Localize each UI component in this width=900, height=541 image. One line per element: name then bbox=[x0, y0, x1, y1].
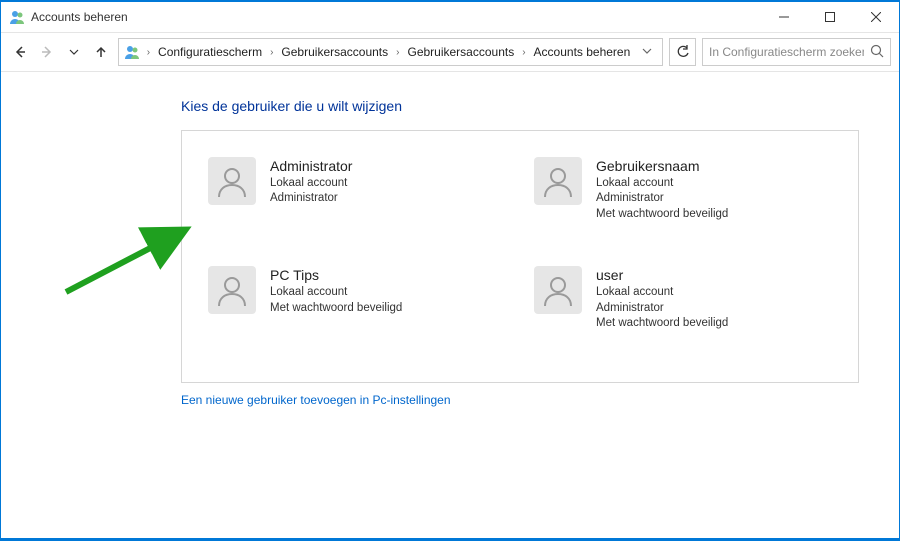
user-accounts-icon bbox=[9, 9, 25, 25]
account-meta: Lokaal account bbox=[270, 285, 402, 301]
breadcrumb-item[interactable]: Gebruikersaccounts bbox=[277, 43, 392, 61]
maximize-button[interactable] bbox=[807, 2, 853, 32]
account-meta: Administrator bbox=[596, 301, 728, 317]
account-name: Gebruikersnaam bbox=[596, 157, 728, 176]
account-meta: Administrator bbox=[270, 191, 352, 207]
up-button[interactable] bbox=[91, 40, 112, 64]
refresh-button[interactable] bbox=[669, 38, 696, 66]
avatar-icon bbox=[534, 266, 582, 314]
account-name: PC Tips bbox=[270, 266, 402, 285]
account-tile[interactable]: PC Tips Lokaal account Met wachtwoord be… bbox=[206, 264, 508, 333]
account-meta: Met wachtwoord beveiligd bbox=[596, 207, 728, 223]
account-meta: Met wachtwoord beveiligd bbox=[270, 301, 402, 317]
search-input[interactable] bbox=[709, 45, 864, 59]
page-heading: Kies de gebruiker die u wilt wijzigen bbox=[181, 98, 859, 114]
account-meta: Lokaal account bbox=[270, 176, 352, 192]
content-area: Kies de gebruiker die u wilt wijzigen Ad… bbox=[1, 72, 899, 427]
search-icon[interactable] bbox=[870, 44, 884, 61]
avatar-icon bbox=[208, 157, 256, 205]
account-name: Administrator bbox=[270, 157, 352, 176]
recent-locations-button[interactable] bbox=[63, 40, 84, 64]
account-meta: Lokaal account bbox=[596, 176, 728, 192]
account-info: PC Tips Lokaal account Met wachtwoord be… bbox=[270, 266, 402, 316]
accounts-container: Administrator Lokaal account Administrat… bbox=[181, 130, 859, 383]
account-info: user Lokaal account Administrator Met wa… bbox=[596, 266, 728, 331]
account-tile[interactable]: Gebruikersnaam Lokaal account Administra… bbox=[532, 155, 834, 224]
avatar-icon bbox=[208, 266, 256, 314]
chevron-right-icon[interactable]: › bbox=[268, 47, 275, 58]
breadcrumb-item[interactable]: Configuratiescherm bbox=[154, 43, 266, 61]
account-info: Administrator Lokaal account Administrat… bbox=[270, 157, 352, 207]
breadcrumb-item[interactable]: Gebruikersaccounts bbox=[403, 43, 518, 61]
account-info: Gebruikersnaam Lokaal account Administra… bbox=[596, 157, 728, 222]
minimize-button[interactable] bbox=[761, 2, 807, 32]
address-bar[interactable]: › Configuratiescherm › Gebruikersaccount… bbox=[118, 38, 664, 66]
navbar: › Configuratiescherm › Gebruikersaccount… bbox=[1, 32, 899, 72]
user-accounts-icon bbox=[123, 43, 141, 61]
account-meta: Administrator bbox=[596, 191, 728, 207]
back-button[interactable] bbox=[9, 40, 30, 64]
account-name: user bbox=[596, 266, 728, 285]
titlebar: Accounts beheren bbox=[1, 2, 899, 32]
chevron-right-icon[interactable]: › bbox=[394, 47, 401, 58]
chevron-right-icon[interactable]: › bbox=[145, 47, 152, 58]
search-box[interactable] bbox=[702, 38, 891, 66]
address-dropdown-button[interactable] bbox=[636, 46, 658, 59]
account-tile[interactable]: Administrator Lokaal account Administrat… bbox=[206, 155, 508, 224]
account-meta: Lokaal account bbox=[596, 285, 728, 301]
forward-button[interactable] bbox=[36, 40, 57, 64]
close-button[interactable] bbox=[853, 2, 899, 32]
window-controls bbox=[761, 2, 899, 32]
add-user-link[interactable]: Een nieuwe gebruiker toevoegen in Pc-ins… bbox=[181, 393, 451, 407]
account-meta: Met wachtwoord beveiligd bbox=[596, 316, 728, 332]
breadcrumb-item[interactable]: Accounts beheren bbox=[530, 43, 635, 61]
avatar-icon bbox=[534, 157, 582, 205]
window-title: Accounts beheren bbox=[31, 10, 128, 24]
account-tile[interactable]: user Lokaal account Administrator Met wa… bbox=[532, 264, 834, 333]
chevron-right-icon[interactable]: › bbox=[520, 47, 527, 58]
